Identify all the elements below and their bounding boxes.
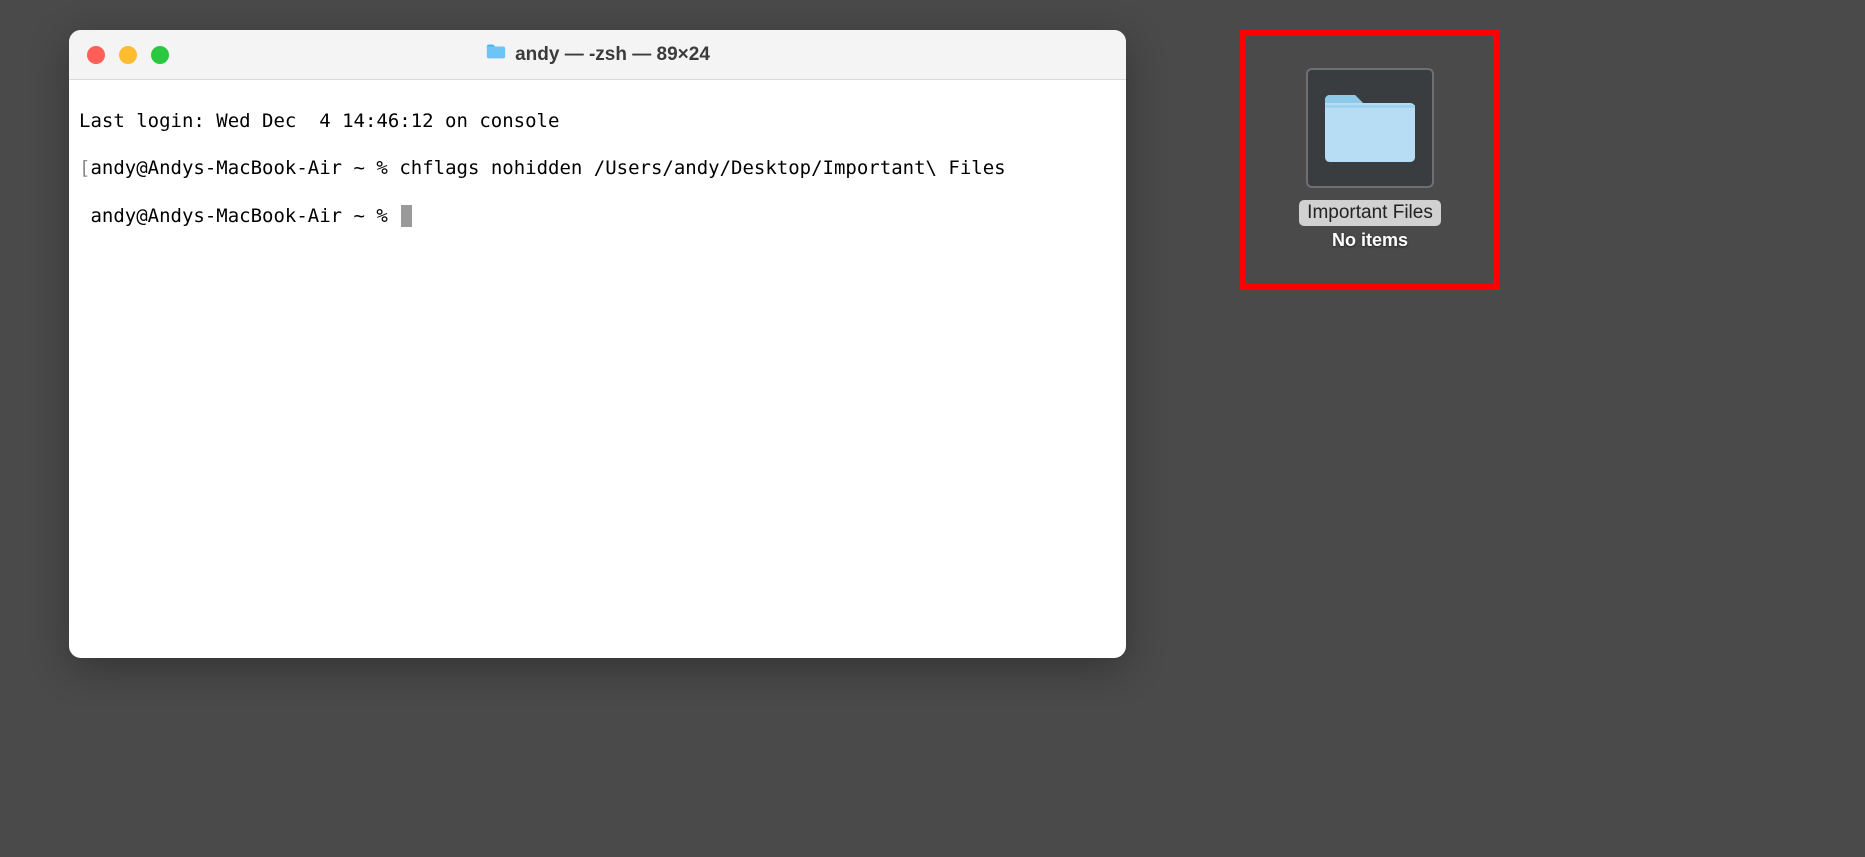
terminal-line: [andy@Andys-MacBook-Air ~ % chflags nohi… — [79, 157, 1116, 181]
terminal-window[interactable]: andy — -zsh — 89×24 Last login: Wed Dec … — [69, 30, 1126, 658]
minimize-button[interactable] — [119, 46, 137, 64]
folder-item-count: No items — [1332, 230, 1408, 251]
terminal-line: Last login: Wed Dec 4 14:46:12 on consol… — [79, 110, 1116, 134]
folder-label[interactable]: Important Files — [1299, 200, 1441, 226]
highlight-annotation: Important Files No items — [1240, 30, 1500, 290]
window-titlebar[interactable]: andy — -zsh — 89×24 — [69, 30, 1126, 80]
window-title: andy — -zsh — 89×24 — [69, 41, 1126, 68]
desktop-folder[interactable] — [1306, 68, 1434, 188]
traffic-lights — [69, 46, 169, 64]
terminal-line: andy@Andys-MacBook-Air ~ % — [79, 205, 1116, 229]
window-title-text: andy — -zsh — 89×24 — [515, 44, 710, 66]
folder-icon — [1320, 85, 1420, 172]
folder-icon — [485, 41, 507, 68]
cursor — [401, 205, 412, 227]
terminal-body[interactable]: Last login: Wed Dec 4 14:46:12 on consol… — [69, 80, 1126, 658]
close-button[interactable] — [87, 46, 105, 64]
fullscreen-button[interactable] — [151, 46, 169, 64]
